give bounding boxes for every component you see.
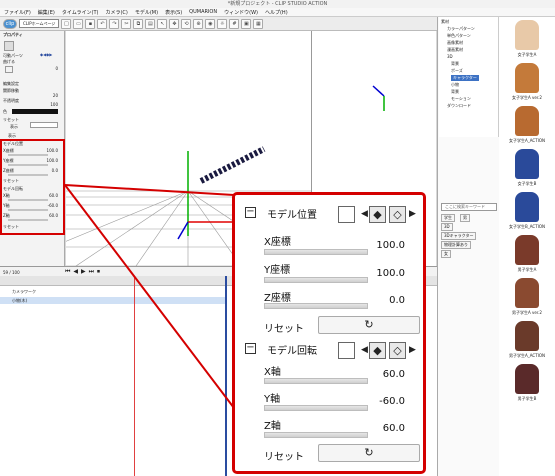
y-label: Y座標	[264, 265, 291, 276]
keyframe-diamond-icon-4[interactable]: ◇	[389, 342, 406, 359]
keyframe-diamond-icon-2[interactable]: ◇	[389, 206, 406, 223]
xr-slider[interactable]	[264, 378, 368, 384]
collapse-icon-2[interactable]: −	[245, 343, 256, 354]
yr-slider[interactable]	[264, 405, 368, 411]
x-slider[interactable]	[264, 249, 368, 255]
reset-icon-2: ↻	[364, 446, 374, 459]
zr-slider[interactable]	[264, 432, 368, 438]
reset-label: リセット	[264, 324, 304, 335]
yr-label: Y軸	[264, 394, 281, 405]
next-key-arrow-icon[interactable]: ▶	[409, 209, 416, 219]
xr-label: X軸	[264, 367, 281, 378]
prev-key-arrow-icon[interactable]: ◀	[361, 209, 368, 219]
z-label: Z座標	[264, 293, 291, 304]
x-label: X座標	[264, 237, 291, 248]
keyframe-diamond-icon[interactable]: ◆	[369, 206, 386, 223]
keyframe-toggle[interactable]	[338, 206, 355, 223]
prev-key-arrow-icon-2[interactable]: ◀	[361, 345, 368, 355]
reset-button[interactable]: ↻	[318, 316, 420, 334]
zoomed-property-callout: − モデル位置 ◀ ◆ ◇ ▶ X座標 100.0 Y座標 100.0 Z座標 …	[232, 192, 426, 474]
model-rot-title: モデル回転	[267, 346, 317, 357]
reset-button-2[interactable]: ↻	[318, 444, 420, 462]
model-pos-title: モデル位置	[267, 210, 317, 221]
next-key-arrow-icon-2[interactable]: ▶	[409, 345, 416, 355]
reset-icon: ↻	[364, 318, 374, 331]
reset-label-2: リセット	[264, 452, 304, 463]
zr-label: Z軸	[264, 421, 281, 432]
keyframe-diamond-icon-3[interactable]: ◆	[369, 342, 386, 359]
z-slider[interactable]	[264, 303, 368, 309]
collapse-icon[interactable]: −	[245, 207, 256, 218]
keyframe-toggle-2[interactable]	[338, 342, 355, 359]
y-slider[interactable]	[264, 277, 368, 283]
